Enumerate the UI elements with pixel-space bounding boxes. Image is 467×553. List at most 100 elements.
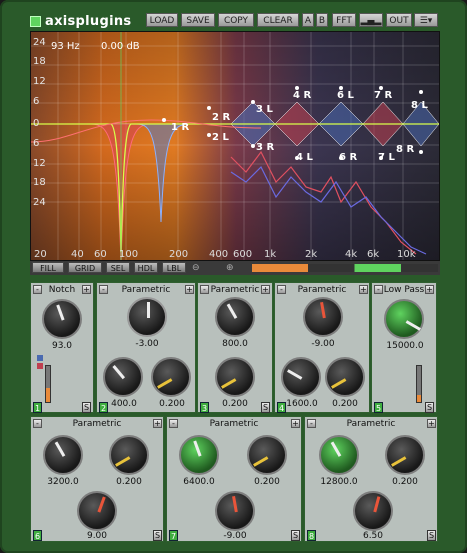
menu-button[interactable]: ☰▾: [414, 13, 438, 27]
frequency-knob[interactable]: [215, 297, 255, 337]
plus-button[interactable]: +: [425, 285, 434, 294]
frequency-knob[interactable]: [103, 357, 143, 397]
band-label[interactable]: 1 R: [171, 122, 189, 133]
band-label[interactable]: 3 R: [256, 142, 274, 153]
band-type[interactable]: Parametric: [97, 285, 195, 295]
frequency-value: 800.0: [222, 339, 248, 349]
sel-button[interactable]: SEL: [106, 262, 130, 273]
q-knob[interactable]: [151, 357, 191, 397]
eq-display[interactable]: 93 Hz 0.00 dB 24 18 12 6 0 6 12 18 24 20…: [30, 31, 440, 261]
x-tick: 400: [209, 249, 229, 260]
band-type[interactable]: Parametric: [305, 419, 437, 429]
q-knob[interactable]: [325, 357, 365, 397]
plus-button[interactable]: +: [82, 285, 91, 294]
plus-button[interactable]: +: [291, 419, 300, 428]
y-tick: 12: [33, 76, 46, 87]
frequency-knob[interactable]: [384, 299, 424, 339]
left-channel-swatch[interactable]: [37, 355, 43, 361]
x-tick: 6k: [367, 249, 380, 260]
zoom-in-icon[interactable]: ⊕: [226, 263, 234, 273]
solo-button[interactable]: S: [153, 530, 162, 541]
solo-button[interactable]: S: [291, 530, 300, 541]
clear-button[interactable]: CLEAR: [257, 13, 299, 27]
power-icon[interactable]: [30, 15, 41, 27]
load-button[interactable]: LOAD: [146, 13, 178, 27]
band-label[interactable]: 8 L: [411, 100, 428, 111]
save-button[interactable]: SAVE: [181, 13, 215, 27]
right-channel-swatch[interactable]: [37, 363, 43, 369]
y-tick: 0: [33, 118, 40, 129]
fft-button[interactable]: FFT: [332, 13, 356, 27]
plus-button[interactable]: +: [359, 285, 368, 294]
band-label[interactable]: 7 R: [374, 90, 392, 101]
preset-a-button[interactable]: A: [302, 13, 314, 27]
x-tick: 2k: [305, 249, 318, 260]
solo-button[interactable]: S: [261, 402, 270, 413]
zoom-out-icon[interactable]: ⊖: [192, 263, 200, 273]
frequency-value: 6400.0: [183, 477, 215, 487]
solo-button[interactable]: S: [427, 530, 436, 541]
plus-button[interactable]: +: [153, 419, 162, 428]
band-type[interactable]: Parametric: [167, 419, 301, 429]
x-tick: 10k: [397, 249, 416, 260]
grid-button[interactable]: GRID: [68, 262, 102, 273]
band-number[interactable]: 5: [374, 402, 383, 413]
band-label[interactable]: 2 R: [212, 112, 230, 123]
q-value: 0.200: [116, 477, 142, 487]
gain-readout: 0.00 dB: [101, 41, 140, 52]
band-number[interactable]: 3: [200, 402, 209, 413]
band-number[interactable]: 2: [99, 402, 108, 413]
frequency-knob[interactable]: [281, 357, 321, 397]
gain-knob[interactable]: [215, 491, 255, 531]
frequency-knob[interactable]: [43, 435, 83, 475]
band-label[interactable]: 6 R: [339, 152, 357, 163]
frequency-knob[interactable]: [319, 435, 359, 475]
band-type[interactable]: Parametric: [31, 419, 163, 429]
gain-knob[interactable]: [303, 297, 343, 337]
band-label[interactable]: 4 L: [296, 152, 313, 163]
copy-button[interactable]: COPY: [218, 13, 254, 27]
solo-button[interactable]: S: [82, 402, 91, 413]
solo-button[interactable]: S: [425, 402, 434, 413]
band-number[interactable]: 6: [33, 530, 42, 541]
plus-button[interactable]: +: [427, 419, 436, 428]
gain-knob[interactable]: [127, 297, 167, 337]
band-label[interactable]: 7 L: [378, 152, 395, 163]
plus-button[interactable]: +: [261, 285, 270, 294]
gain-slider[interactable]: [416, 365, 422, 403]
gain-slider[interactable]: [45, 365, 51, 403]
plugin-window: axisplugins LOAD SAVE COPY CLEAR A B FFT…: [0, 0, 467, 553]
lbl-button[interactable]: LBL: [162, 262, 186, 273]
y-tick: 18: [33, 177, 46, 188]
q-knob[interactable]: [109, 435, 149, 475]
gain-knob[interactable]: [77, 491, 117, 531]
gain-knob[interactable]: [353, 491, 393, 531]
band-label[interactable]: 6 L: [337, 90, 354, 101]
q-knob[interactable]: [215, 357, 255, 397]
band-type[interactable]: Parametric: [275, 285, 369, 295]
q-knob[interactable]: [247, 435, 287, 475]
band-label[interactable]: 4 R: [293, 90, 311, 101]
band-number[interactable]: 4: [277, 402, 286, 413]
plus-button[interactable]: +: [185, 285, 194, 294]
band-number[interactable]: 8: [307, 530, 316, 541]
hdl-button[interactable]: HDL: [134, 262, 158, 273]
y-tick: 24: [33, 37, 46, 48]
gain-value: -9.00: [223, 531, 247, 541]
spectrum-icon-button[interactable]: ▂▄▂: [359, 13, 383, 27]
frequency-knob[interactable]: [179, 435, 219, 475]
bars-icon: ▂▄▂: [360, 16, 382, 26]
q-value: 0.200: [392, 477, 418, 487]
frequency-value: 12800.0: [320, 477, 358, 487]
out-button[interactable]: OUT: [386, 13, 412, 27]
band-label[interactable]: 3 L: [256, 104, 273, 115]
q-knob[interactable]: [385, 435, 425, 475]
band-number[interactable]: 1: [33, 402, 42, 413]
band-label[interactable]: 2 L: [212, 132, 229, 143]
x-tick: 100: [119, 249, 139, 260]
fill-button[interactable]: FILL: [32, 262, 64, 273]
band-label[interactable]: 8 R: [396, 144, 414, 155]
frequency-knob[interactable]: [42, 299, 82, 339]
band-number[interactable]: 7: [169, 530, 178, 541]
preset-b-button[interactable]: B: [316, 13, 328, 27]
